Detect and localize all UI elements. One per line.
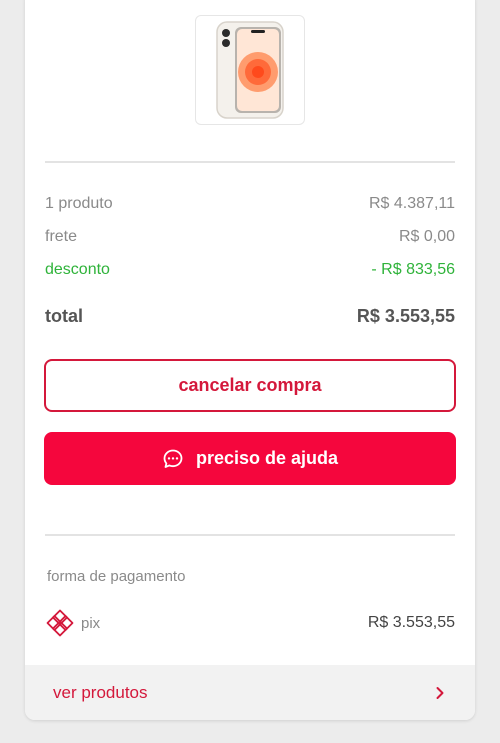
view-products-label: ver produtos (53, 683, 148, 702)
cancel-purchase-label: cancelar compra (178, 375, 322, 395)
chat-bubble-icon (162, 448, 184, 470)
need-help-button[interactable]: preciso de ajuda (44, 432, 456, 485)
discount-label: desconto (45, 261, 110, 278)
divider-top (45, 161, 455, 163)
cancel-purchase-button[interactable]: cancelar compra (44, 359, 456, 412)
shipping-value: R$ 0,00 (398, 228, 455, 245)
shipping-row: frete R$ 0,00 (45, 228, 455, 246)
total-value: R$ 3.553,55 (356, 306, 455, 326)
shipping-label: frete (45, 228, 78, 245)
payment-amount: R$ 3.553,55 (367, 614, 455, 631)
view-products-link[interactable]: ver produtos (25, 665, 475, 720)
chevron-right-icon (433, 686, 447, 700)
discount-row: desconto - R$ 833,56 (45, 261, 455, 279)
products-value: R$ 4.387,11 (369, 195, 455, 212)
need-help-label: preciso de ajuda (195, 448, 339, 468)
divider-bottom (45, 534, 455, 536)
discount-value: - R$ 833,56 (371, 261, 455, 278)
total-label: total (45, 306, 83, 326)
pix-icon (45, 608, 75, 638)
total-row: total R$ 3.553,55 (45, 306, 455, 327)
payment-section-label: forma de pagamento (47, 568, 186, 585)
payment-method-row: pix R$ 3.553,55 (45, 608, 455, 638)
product-thumbnail[interactable] (195, 15, 305, 125)
payment-method: pix (45, 608, 100, 638)
products-label: 1 produto (45, 195, 113, 212)
order-card: 1 produto R$ 4.387,11 frete R$ 0,00 desc… (25, 0, 475, 720)
payment-method-label: pix (81, 614, 101, 632)
products-row: 1 produto R$ 4.387,11 (45, 195, 455, 213)
phone-image (216, 21, 284, 119)
